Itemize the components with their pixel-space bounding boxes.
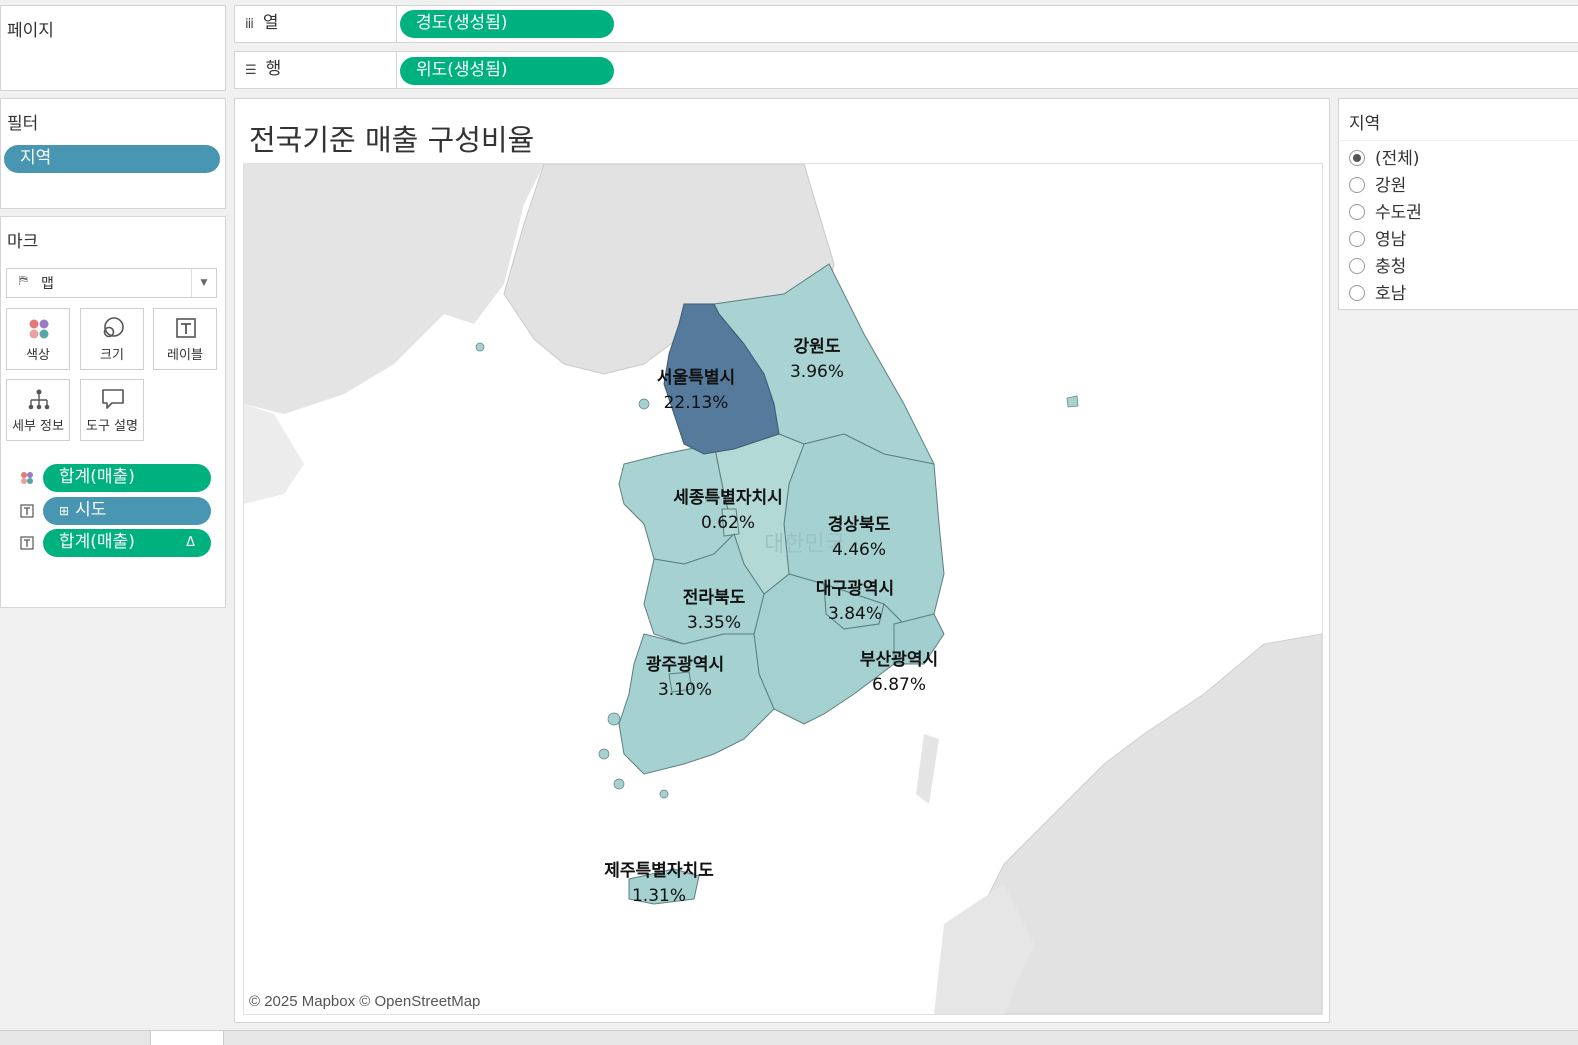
radio-icon[interactable] [1349, 177, 1365, 193]
region-option-sudogwon[interactable]: 수도권 [1349, 201, 1422, 225]
rows-pill[interactable]: 위도(생성됨) [400, 57, 614, 85]
mark-field-sido-label[interactable]: ⊞ 시도 [43, 497, 211, 525]
color-button[interactable]: 색상 [6, 308, 70, 370]
label-daegu: 대구광역시 3.84% [815, 579, 895, 624]
mark-field-sum-sales-text: 합계(매출) [59, 532, 135, 552]
basemap-tsushima [916, 734, 939, 804]
columns-icon: iii [245, 17, 254, 32]
filters-title: 필터 [7, 114, 39, 134]
label-seoul: 서울특별시 22.13% [656, 368, 736, 413]
region-option-all[interactable]: (전체) [1349, 147, 1420, 171]
region-filter-title: 지역 [1349, 114, 1381, 134]
island [475, 342, 485, 352]
rows-shelf[interactable]: ☰ 행 위도(생성됨) [234, 51, 1578, 89]
region-option-gangwon[interactable]: 강원 [1349, 174, 1406, 198]
pages-title: 페이지 [7, 21, 54, 41]
mark-type-select[interactable]: ⛿ 맵 ▼ [6, 268, 217, 298]
basemap-ulleung [1066, 395, 1079, 408]
island [598, 748, 610, 760]
mark-field-sido-text: 시도 [75, 500, 107, 520]
map-area[interactable]: 대한민국 서울특별시 22.13% 강원도 3.96% 세종특별자치시 0.62% 경… [243, 163, 1323, 1015]
label-gwangju: 광주광역시 3.10% [645, 655, 725, 700]
label-encoding-icon [20, 504, 34, 518]
chevron-down-icon[interactable]: ▼ [191, 269, 216, 297]
filters-panel[interactable]: 필터 지역 [0, 98, 226, 209]
radio-icon[interactable] [1349, 231, 1365, 247]
map-attribution[interactable]: © 2025 Mapbox © OpenStreetMap [249, 993, 480, 1010]
island [638, 398, 650, 410]
label-encoding-icon [20, 536, 34, 550]
rows-icon: ☰ [245, 63, 257, 78]
detail-button[interactable]: 세부 정보 [6, 379, 70, 441]
columns-pill[interactable]: 경도(생성됨) [400, 10, 614, 38]
pages-panel: 페이지 [0, 5, 226, 91]
sheet-tab[interactable] [150, 1031, 224, 1045]
label-jeonbuk: 전라북도 3.35% [682, 588, 746, 633]
label-sejong: 세종특별자치시 0.62% [673, 488, 783, 533]
label-button-label: 레이블 [167, 348, 203, 363]
island [659, 789, 669, 799]
basemap-china [244, 164, 544, 414]
color-button-label: 색상 [26, 348, 50, 363]
color-icon [29, 319, 49, 339]
region-option-yeongnam[interactable]: 영남 [1349, 228, 1406, 252]
region-filter-card: 지역 (전체) 강원 수도권 영남 충청 호남 [1338, 98, 1578, 310]
sheet-tab-bar[interactable] [0, 1030, 1578, 1045]
view-panel: 전국기준 매출 구성비율 대한민국 서울특별시 22.13% 강원도 3.96%… [234, 98, 1330, 1023]
color-encoding-icon [21, 472, 33, 484]
mark-type-value: 맵 [41, 276, 54, 292]
mark-field-sum-sales-label[interactable]: 합계(매출) Δ [43, 529, 211, 557]
radio-selected-icon[interactable] [1349, 150, 1365, 166]
rows-shelf-label: 행 [265, 59, 282, 79]
label-jeju: 제주특별자치도 1.31% [604, 861, 714, 906]
size-button[interactable]: 크기 [80, 308, 144, 370]
radio-icon[interactable] [1349, 285, 1365, 301]
region-option-honam[interactable]: 호남 [1349, 282, 1406, 306]
mark-field-sum-sales-color[interactable]: 합계(매출) [43, 464, 211, 492]
detail-icon [28, 389, 50, 410]
map-icon: ⛿ [19, 273, 28, 287]
size-icon [103, 317, 124, 338]
marks-panel: 마크 ⛿ 맵 ▼ 색상 크기 레이블 세부 정보 도구 설명 합계(매출) ⊞ … [0, 216, 226, 608]
region-option-chungcheong[interactable]: 충청 [1349, 255, 1406, 279]
tooltip-icon [102, 389, 124, 409]
tooltip-button-label: 도구 설명 [86, 419, 138, 434]
label-gyeongbuk: 경상북도 4.46% [827, 515, 891, 560]
detail-button-label: 세부 정보 [12, 419, 64, 434]
hierarchy-icon: ⊞ [59, 504, 70, 518]
map-svg: 대한민국 [244, 164, 1322, 1014]
island [607, 712, 621, 726]
view-title: 전국기준 매출 구성비율 [249, 123, 535, 157]
radio-icon[interactable] [1349, 204, 1365, 220]
columns-shelf-label: 열 [262, 13, 279, 33]
label-gangwon: 강원도 3.96% [789, 337, 845, 382]
label-button[interactable]: 레이블 [153, 308, 217, 370]
tooltip-button[interactable]: 도구 설명 [80, 379, 144, 441]
size-button-label: 크기 [100, 348, 124, 363]
filter-pill-region[interactable]: 지역 [4, 145, 220, 173]
marks-title: 마크 [7, 232, 39, 252]
island [613, 778, 625, 790]
radio-icon[interactable] [1349, 258, 1365, 274]
columns-shelf[interactable]: iii 열 경도(생성됨) [234, 5, 1578, 43]
label-icon [176, 318, 196, 338]
basemap-china-west [244, 404, 304, 504]
label-busan: 부산광역시 6.87% [859, 650, 939, 695]
delta-icon: Δ [186, 535, 195, 550]
